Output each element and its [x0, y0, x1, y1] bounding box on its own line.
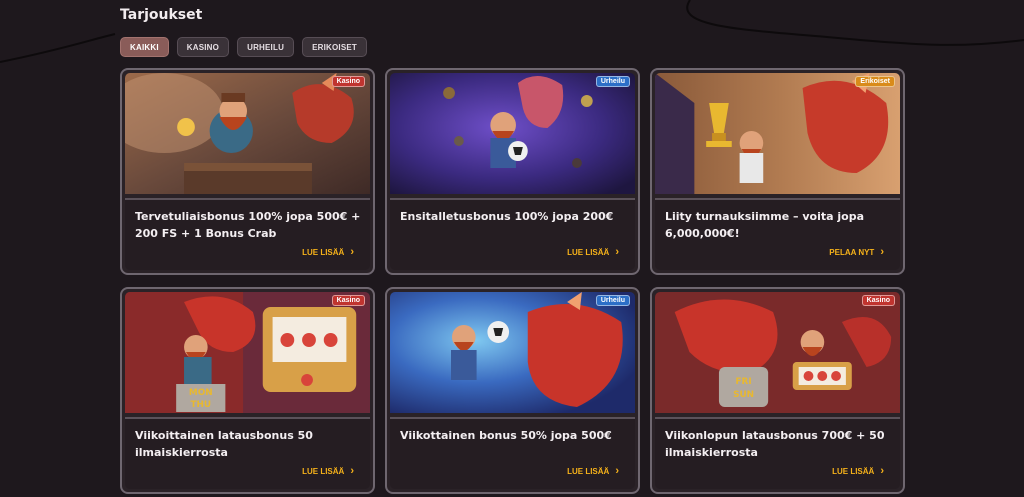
- offer-image: Kasino: [125, 73, 370, 194]
- offer-card[interactable]: Kasino Tervetuliaisbonus 100% jopa 500€ …: [120, 68, 375, 275]
- category-badge: Urheilu: [595, 295, 630, 306]
- link-label: LUE LISÄÄ: [567, 248, 610, 257]
- thu-label: THU: [190, 400, 211, 410]
- read-more-link[interactable]: LUE LISÄÄ ›: [302, 247, 354, 258]
- chevron-right-icon: ›: [615, 465, 619, 477]
- read-more-link[interactable]: LUE LISÄÄ ›: [567, 466, 619, 477]
- offer-title: Ensitalletusbonus 100% jopa 200€: [400, 210, 614, 223]
- offer-title: Viikoittainen latausbonus 50 ilmaiskierr…: [135, 429, 313, 459]
- offer-title: Viikonlopun latausbonus 700€ + 50 ilmais…: [665, 429, 885, 459]
- offer-card[interactable]: Urheilu Ensitalletusbonus 100% jopa 200€…: [385, 68, 640, 275]
- page-title: Tarjoukset: [120, 7, 203, 23]
- filter-kasino[interactable]: KASINO: [176, 37, 230, 57]
- offer-card[interactable]: FRI SUN Kasino Viikonlopun latausbonus 7…: [650, 287, 905, 494]
- link-label: LUE LISÄÄ: [832, 467, 875, 476]
- chevron-right-icon: ›: [615, 246, 619, 258]
- offer-image: Erikoiset: [655, 73, 900, 194]
- read-more-link[interactable]: LUE LISÄÄ ›: [302, 466, 354, 477]
- chevron-right-icon: ›: [880, 465, 884, 477]
- filter-erikoiset[interactable]: ERIKOISET: [302, 37, 367, 57]
- filter-tabs: KAIKKI KASINO URHEILU ERIKOISET: [120, 37, 367, 57]
- filter-kaikki[interactable]: KAIKKI: [120, 37, 169, 57]
- link-label: PELAA NYT: [829, 248, 875, 257]
- offer-image: Urheilu: [390, 73, 635, 194]
- offer-title: Tervetuliaisbonus 100% jopa 500€ + 200 F…: [135, 210, 361, 240]
- offer-card[interactable]: Erikoiset Liity turnauksiimme – voita jo…: [650, 68, 905, 275]
- chevron-right-icon: ›: [350, 465, 354, 477]
- sun-label: SUN: [733, 390, 754, 400]
- offer-card[interactable]: Urheilu Viikottainen bonus 50% jopa 500€…: [385, 287, 640, 494]
- filter-urheilu[interactable]: URHEILU: [237, 37, 295, 57]
- offer-image: MON THU Kasino: [125, 292, 370, 413]
- link-label: LUE LISÄÄ: [302, 467, 345, 476]
- chevron-right-icon: ›: [880, 246, 884, 258]
- category-badge: Erikoiset: [855, 76, 895, 87]
- category-badge: Urheilu: [595, 76, 630, 87]
- link-label: LUE LISÄÄ: [567, 467, 610, 476]
- offer-title: Viikottainen bonus 50% jopa 500€: [400, 429, 612, 442]
- category-badge: Kasino: [331, 295, 365, 306]
- fri-label: FRI: [735, 377, 751, 387]
- offer-card[interactable]: MON THU Kasino Viikoittainen latausbonus…: [120, 287, 375, 494]
- offer-title: Liity turnauksiimme – voita jopa 6,000,0…: [665, 210, 864, 240]
- offer-image: FRI SUN Kasino: [655, 292, 900, 413]
- category-badge: Kasino: [331, 76, 365, 87]
- read-more-link[interactable]: LUE LISÄÄ ›: [567, 247, 619, 258]
- offers-grid: Kasino Tervetuliaisbonus 100% jopa 500€ …: [120, 68, 905, 494]
- play-now-link[interactable]: PELAA NYT ›: [829, 247, 884, 258]
- link-label: LUE LISÄÄ: [302, 248, 345, 257]
- read-more-link[interactable]: LUE LISÄÄ ›: [832, 466, 884, 477]
- offer-image: Urheilu: [390, 292, 635, 413]
- category-badge: Kasino: [861, 295, 895, 306]
- mon-label: MON: [189, 388, 213, 398]
- chevron-right-icon: ›: [350, 246, 354, 258]
